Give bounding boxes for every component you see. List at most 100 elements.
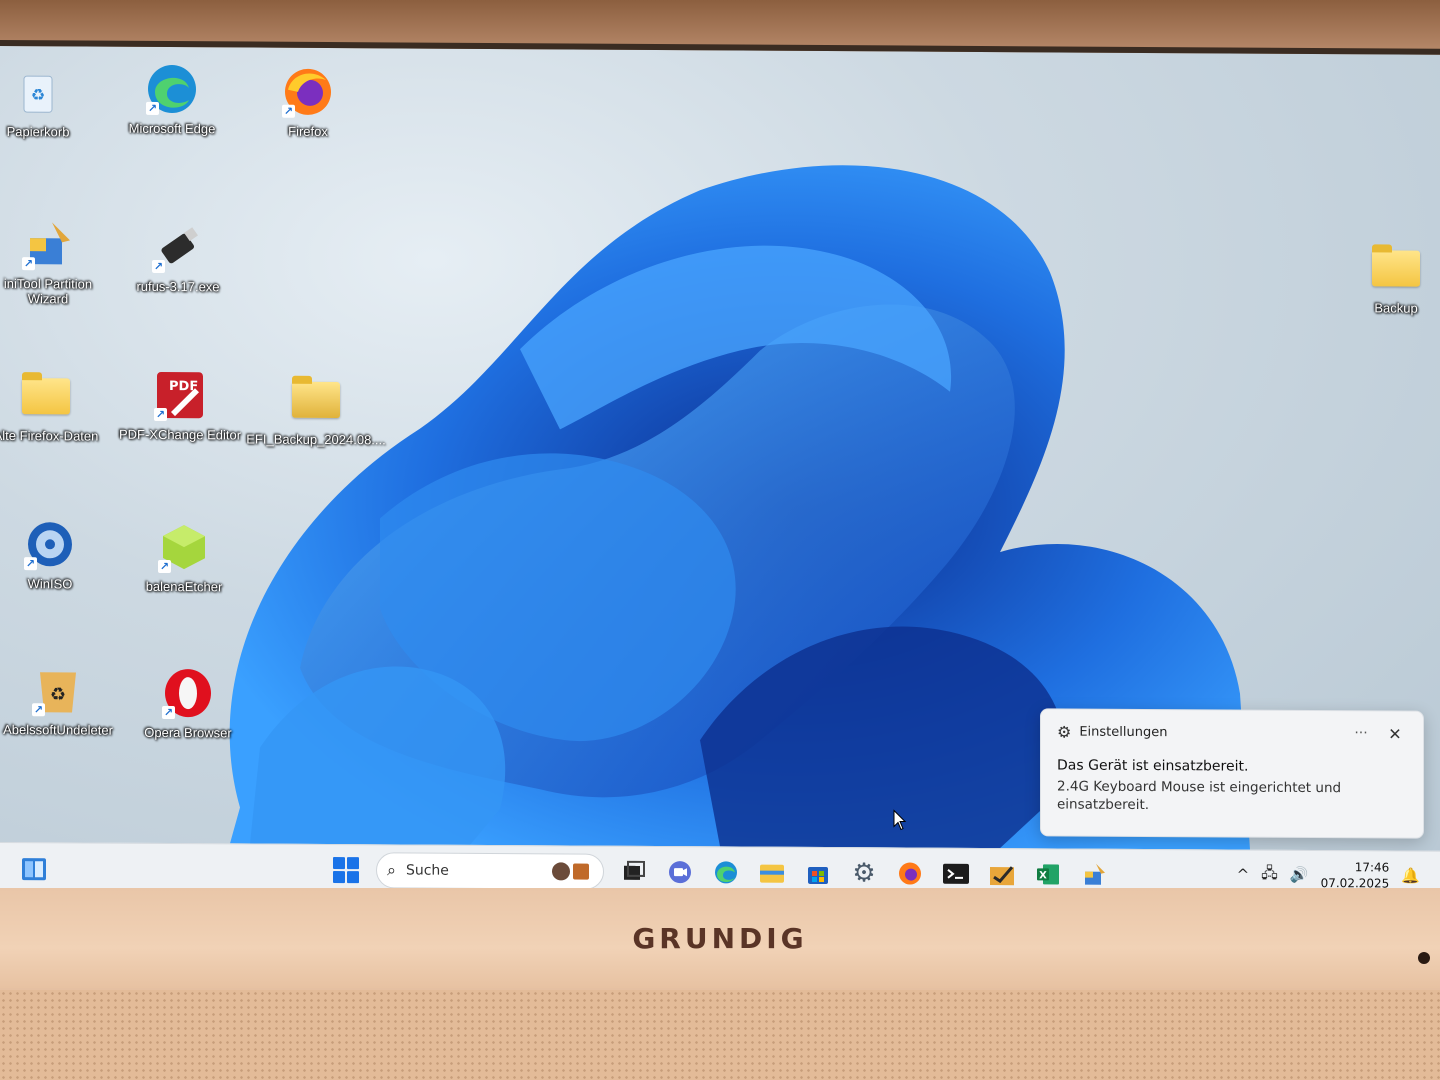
cube-icon: ↗: [156, 519, 212, 575]
icon-label: WinISO: [27, 576, 73, 592]
desktop-icon-winiso[interactable]: ↗ WinISO: [0, 516, 110, 592]
desktop-icon-microsoft-edge[interactable]: ↗ Microsoft Edge: [112, 61, 232, 137]
shortcut-arrow-icon: ↗: [22, 257, 35, 271]
taskbar-search[interactable]: ⌕ Suche: [376, 852, 604, 890]
notification-bell-icon[interactable]: 🔔: [1401, 867, 1420, 885]
svg-text:♻: ♻: [31, 85, 45, 104]
desktop-icon-opera-browser[interactable]: ↗ Opera Browser: [128, 665, 248, 741]
desktop-icon-abelssoft-undeleter[interactable]: ♻ ↗ AbelssoftUndeleter: [0, 662, 118, 738]
chat-video-icon: [669, 861, 691, 884]
desktop-screen: ♻ Papierkorb ↗ Microsoft Edge ↗ Firefox …: [0, 40, 1440, 899]
icon-label: Papierkorb: [6, 124, 70, 140]
taskbar-app-terminal[interactable]: [940, 858, 972, 890]
shortcut-arrow-icon: ↗: [146, 101, 159, 115]
notification-toast[interactable]: ⚙ Einstellungen ··· ✕ Das Gerät ist eins…: [1040, 708, 1424, 839]
network-icon[interactable]: 🖧: [1261, 862, 1278, 887]
disc-icon: ↗: [22, 516, 78, 572]
shortcut-arrow-icon: ↗: [158, 559, 171, 574]
search-label: Suche: [405, 862, 449, 879]
start-button[interactable]: [330, 854, 362, 886]
wizard-icon: [1085, 863, 1105, 885]
undelete-bin-icon: ♻ ↗: [30, 662, 86, 718]
folder-icon: [1368, 240, 1424, 296]
desktop-icon-backup[interactable]: Backup: [1336, 240, 1440, 316]
desktop-icon-efi-backup[interactable]: EFI_Backup_2024.08....: [246, 372, 386, 447]
desktop-icon-firefox[interactable]: ↗ Firefox: [248, 64, 368, 140]
folder-icon: [18, 368, 74, 424]
monitor-brand-logo: GRUNDIG: [632, 922, 808, 955]
taskbar-app-excel[interactable]: X: [1032, 858, 1064, 890]
firefox-icon: [899, 862, 921, 885]
icon-label: PDF-XChange Editor: [118, 426, 242, 443]
widgets-icon: [22, 858, 46, 881]
toast-header: ⚙ Einstellungen ··· ✕: [1057, 721, 1407, 743]
shortcut-arrow-icon: ↗: [162, 705, 175, 720]
tray-chevron-up-icon[interactable]: ^: [1237, 866, 1250, 884]
toast-title: Das Gerät ist einsatzbereit.: [1057, 757, 1249, 775]
excel-icon: X: [1037, 864, 1059, 885]
speaker-grille: [0, 990, 1440, 1080]
shortcut-arrow-icon: ↗: [154, 407, 167, 422]
tray-clock[interactable]: 17:46 07.02.2025: [1321, 859, 1390, 891]
icon-label: AbelssoftUndeleter: [3, 722, 113, 738]
edge-icon: ↗: [144, 61, 200, 117]
recycle-bin-icon: ♻: [10, 64, 66, 120]
taskbar-app-settings[interactable]: ⚙: [848, 857, 880, 889]
taskbar-app-minitool[interactable]: [986, 858, 1018, 890]
volume-icon[interactable]: 🔊: [1290, 866, 1309, 884]
icon-label: Firefox: [288, 123, 328, 140]
taskbar-center: ⌕ Suche ⚙ X: [330, 852, 1110, 893]
toast-app-name: Einstellungen: [1079, 724, 1168, 740]
desktop-icon-alte-firefox-daten[interactable]: Alte Firefox-Daten: [0, 368, 106, 444]
shortcut-arrow-icon: ↗: [32, 703, 45, 717]
desktop-icon-balenaetcher[interactable]: ↗ balenaEtcher: [124, 519, 244, 595]
widgets-button[interactable]: [20, 855, 48, 883]
icon-label: rufus-3.17.exe: [136, 278, 220, 295]
icon-label: Backup: [1374, 300, 1418, 316]
icon-label: Microsoft Edge: [128, 120, 216, 137]
search-highlight-icon: [552, 862, 589, 881]
mouse-cursor-icon: [893, 809, 907, 831]
desktop-icon-rufus[interactable]: ↗ rufus-3.17.exe: [118, 219, 238, 295]
firefox-icon: ↗: [280, 64, 336, 120]
taskbar-app-edge[interactable]: [710, 856, 742, 888]
power-led-icon: [1418, 952, 1430, 964]
file-explorer-icon: [760, 864, 784, 883]
svg-text:X: X: [1039, 870, 1047, 881]
system-tray: ^ 🖧 🔊 17:46 07.02.2025 🔔: [1237, 859, 1420, 892]
edge-icon: [715, 861, 737, 884]
desktop-icon-recycle-bin[interactable]: ♻ Papierkorb: [0, 64, 98, 140]
taskbar-app-store[interactable]: [802, 857, 834, 889]
zip-folder-icon: [288, 372, 344, 428]
usb-drive-icon: ↗: [150, 219, 206, 275]
terminal-icon: [943, 863, 969, 884]
toast-close-button[interactable]: ✕: [1383, 724, 1407, 743]
search-icon: ⌕: [387, 860, 396, 880]
taskbar-app-file-explorer[interactable]: [756, 857, 788, 889]
opera-icon: ↗: [160, 665, 216, 721]
icon-label: iniTool Partition Wizard: [3, 276, 93, 307]
pdf-editor-icon: PDF ↗: [152, 367, 208, 423]
icon-label: Opera Browser: [144, 724, 232, 741]
minitool-icon: [990, 866, 1014, 886]
taskbar-app-partition-wizard[interactable]: [1078, 859, 1110, 891]
desktop-icon-minitool-partition-wizard[interactable]: ↗ iniTool Partition Wizard: [0, 216, 108, 307]
desktop-icon-pdf-xchange-editor[interactable]: PDF ↗ PDF-XChange Editor: [118, 367, 242, 443]
icon-label: balenaEtcher: [145, 578, 223, 595]
taskbar-app-teams[interactable]: [664, 856, 696, 888]
shortcut-arrow-icon: ↗: [24, 557, 37, 571]
task-view-button[interactable]: [618, 856, 650, 888]
store-icon: [808, 866, 828, 885]
icon-label: EFI_Backup_2024.08....: [246, 431, 386, 448]
shortcut-arrow-icon: ↗: [152, 259, 165, 274]
task-view-icon: [624, 860, 645, 880]
toast-more-button[interactable]: ···: [1347, 725, 1375, 741]
gear-icon: ⚙: [1057, 721, 1072, 742]
svg-text:♻: ♻: [50, 684, 66, 705]
shortcut-arrow-icon: ↗: [282, 104, 295, 118]
icon-label: Alte Firefox-Daten: [0, 427, 99, 444]
minitool-wizard-icon: ↗: [20, 216, 76, 272]
taskbar-app-firefox[interactable]: [894, 857, 926, 889]
toast-body: 2.4G Keyboard Mouse ist eingerichtet und…: [1057, 778, 1342, 814]
clock-time: 17:46: [1354, 860, 1390, 875]
